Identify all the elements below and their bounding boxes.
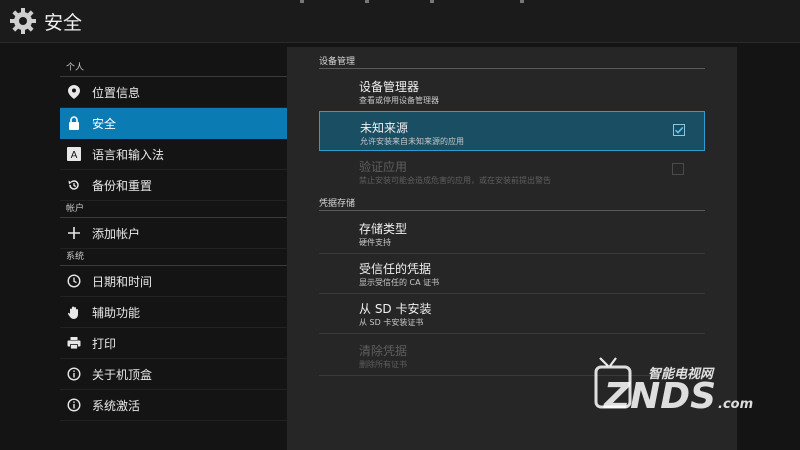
pref-title: 设备管理器 (359, 80, 420, 94)
printer-icon (66, 335, 82, 351)
pref-title: 受信任的凭据 (359, 262, 432, 276)
sidebar-item-label: 备份和重置 (92, 178, 153, 193)
sidebar-item-language-input[interactable]: A 语言和输入法 (60, 139, 287, 170)
sidebar-item-label: 语言和输入法 (92, 147, 165, 162)
watermark-suffix: .com (718, 397, 753, 412)
sidebar-item-label: 位置信息 (92, 85, 141, 100)
location-pin-icon (66, 84, 82, 100)
sidebar-category-system: 系统 (60, 249, 287, 266)
top-edge-mark (520, 0, 524, 3)
hand-icon (66, 304, 82, 320)
action-bar: 安全 (0, 0, 800, 43)
settings-sidebar: 个人 位置信息 安全 A 语言和输入法 备份和重置 帐户 添加帐户 系统 日期和… (60, 60, 287, 421)
pref-unknown-sources[interactable]: 未知来源 允许安装来自未知来源的应用 (319, 111, 705, 151)
pref-title: 从 SD 卡安装 (359, 302, 432, 316)
top-edge-mark (365, 0, 369, 3)
sidebar-item-label: 安全 (92, 116, 117, 131)
backup-icon (66, 177, 82, 193)
pref-title: 清除凭据 (359, 344, 408, 358)
sidebar-item-add-account[interactable]: 添加帐户 (60, 218, 287, 249)
page-title: 安全 (44, 11, 83, 34)
sidebar-category-accounts: 帐户 (60, 201, 287, 218)
section-divider (319, 210, 705, 211)
info-icon (66, 366, 82, 382)
sidebar-item-system-activation[interactable]: 系统激活 (60, 390, 287, 421)
section-header-credential-storage: 凭据存储 (319, 199, 356, 209)
watermark-brand: ZNDS (603, 376, 716, 417)
pref-summary: 删除所有证书 (359, 360, 407, 369)
sidebar-item-security[interactable]: 安全 (60, 108, 287, 139)
top-edge-mark (300, 0, 304, 3)
gear-icon[interactable] (8, 6, 38, 36)
pref-trusted-credentials[interactable]: 受信任的凭据 显示受信任的 CA 证书 (319, 253, 705, 293)
keyboard-a-icon: A (66, 146, 82, 162)
sidebar-item-label: 辅助功能 (92, 305, 141, 320)
sidebar-item-label: 系统激活 (92, 398, 141, 413)
sidebar-item-printing[interactable]: 打印 (60, 328, 287, 359)
divider (319, 333, 705, 334)
sidebar-item-date-time[interactable]: 日期和时间 (60, 266, 287, 297)
section-header-device-admin: 设备管理 (319, 57, 356, 67)
pref-title: 存储类型 (359, 222, 408, 236)
pref-summary: 查看或停用设备管理器 (359, 96, 439, 105)
sidebar-item-label: 日期和时间 (92, 274, 153, 289)
sidebar-item-label: 添加帐户 (92, 226, 141, 241)
info-icon (66, 397, 82, 413)
sidebar-item-label: 打印 (92, 336, 117, 351)
svg-text:A: A (71, 150, 78, 161)
znds-watermark-logo: 智能电视网 ZNDS .com (594, 357, 753, 417)
sidebar-item-label: 关于机顶盒 (92, 367, 153, 382)
pref-summary: 禁止安装可能会造成危害的应用，或在安装前提出警告 (359, 176, 551, 185)
pref-install-from-sd[interactable]: 从 SD 卡安装 从 SD 卡安装证书 (319, 293, 705, 333)
plus-icon (66, 225, 82, 241)
pref-verify-apps[interactable]: 验证应用 禁止安装可能会造成危害的应用，或在安装前提出警告 (319, 151, 705, 191)
pref-summary: 从 SD 卡安装证书 (359, 318, 424, 327)
pref-summary: 显示受信任的 CA 证书 (359, 278, 440, 287)
lock-icon (66, 115, 82, 131)
sidebar-category-personal: 个人 (60, 60, 287, 77)
top-edge-mark (430, 0, 434, 3)
unknown-sources-checkbox[interactable] (673, 124, 685, 136)
sidebar-item-backup-reset[interactable]: 备份和重置 (60, 170, 287, 201)
pref-device-administrators[interactable]: 设备管理器 查看或停用设备管理器 (319, 71, 705, 111)
sidebar-item-accessibility[interactable]: 辅助功能 (60, 297, 287, 328)
sidebar-item-location[interactable]: 位置信息 (60, 77, 287, 108)
section-divider (319, 68, 705, 69)
verify-apps-checkbox[interactable] (672, 163, 684, 175)
pref-storage-type[interactable]: 存储类型 硬件支持 (319, 213, 705, 253)
clock-icon (66, 273, 82, 289)
sidebar-item-about-box[interactable]: 关于机顶盒 (60, 359, 287, 390)
pref-title: 验证应用 (359, 160, 408, 174)
pref-summary: 硬件支持 (359, 238, 391, 247)
pref-summary: 允许安装来自未知来源的应用 (360, 137, 464, 146)
pref-title: 未知来源 (360, 121, 409, 135)
